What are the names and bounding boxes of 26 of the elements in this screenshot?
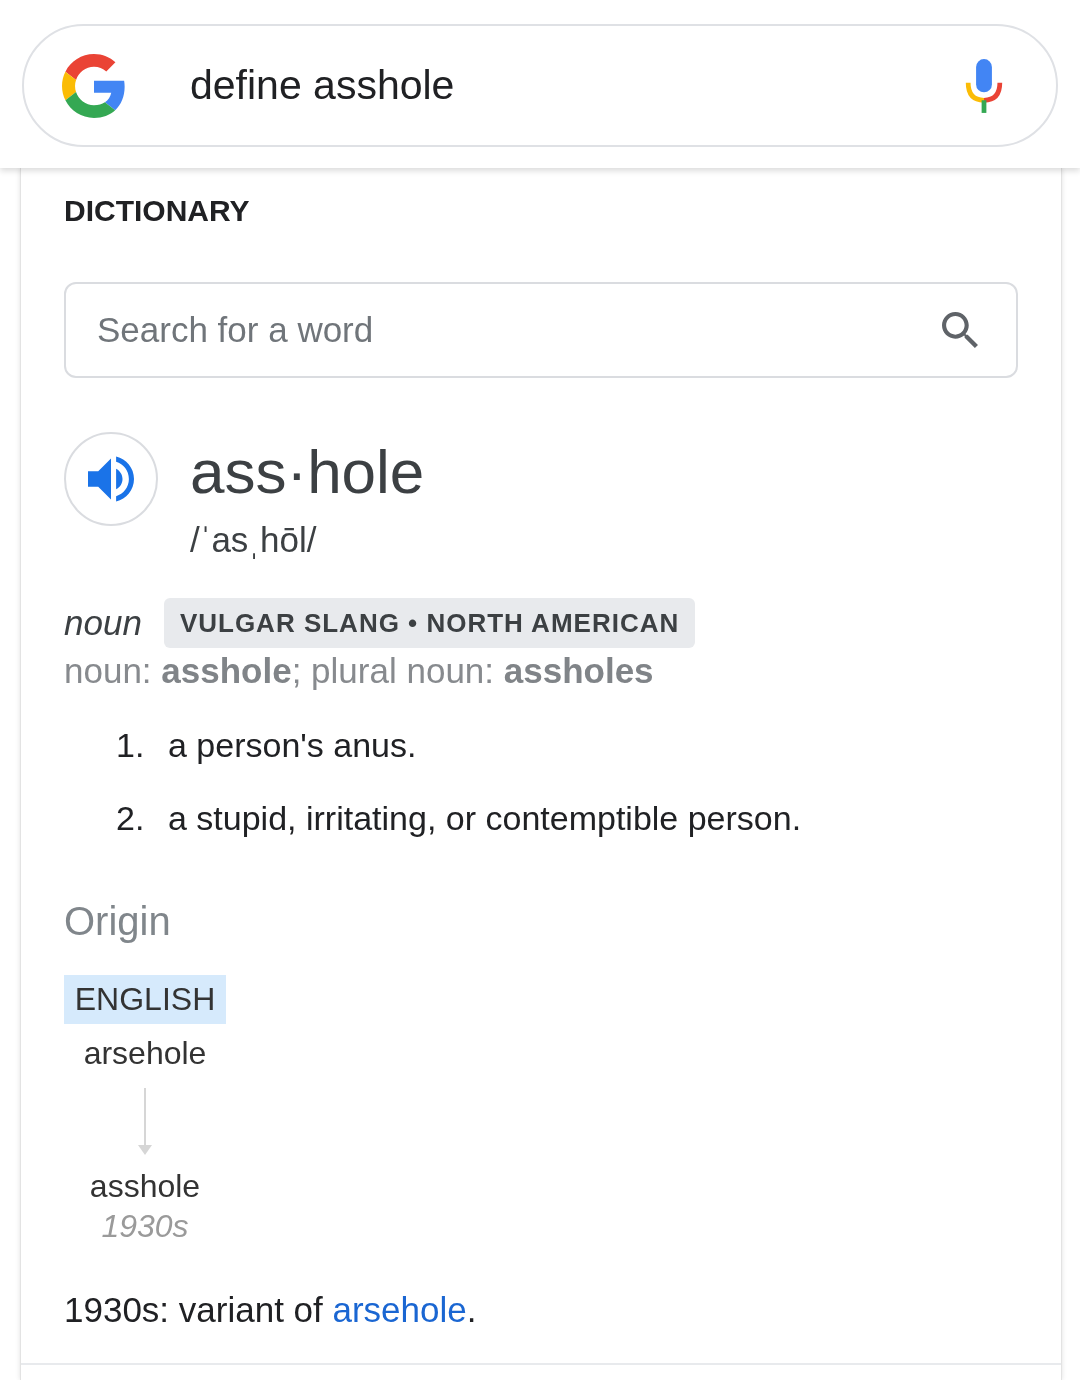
sense-number: 2. bbox=[116, 798, 146, 839]
headword: ass·hole bbox=[190, 436, 425, 508]
part-of-speech: noun bbox=[64, 603, 142, 643]
search-field[interactable]: define asshole bbox=[22, 24, 1058, 147]
etymon-word: arsehole bbox=[83, 1034, 207, 1073]
word-search-input[interactable]: Search for a word bbox=[97, 305, 918, 355]
usage-label: VULGAR SLANG • NORTH AMERICAN bbox=[163, 598, 696, 648]
section-heading: DICTIONARY bbox=[64, 193, 251, 229]
mic-icon[interactable] bbox=[965, 58, 1003, 113]
origin-heading: Origin bbox=[64, 898, 172, 945]
sense-definition: a stupid, irritating, or contemptible person. bbox=[168, 798, 802, 839]
sense-number: 1. bbox=[116, 725, 146, 766]
pronunciation: /ˈasˌhōl/ bbox=[190, 519, 318, 561]
etymon-word: asshole bbox=[89, 1167, 201, 1206]
word-link[interactable]: arsehole bbox=[332, 1290, 467, 1329]
language-tag: ENGLISH bbox=[64, 975, 226, 1024]
derivation-arrow bbox=[138, 1088, 152, 1155]
word-forms: noun: asshole; plural noun: assholes bbox=[64, 650, 655, 692]
sense-definition: a person's anus. bbox=[168, 725, 417, 766]
g-logo-icon bbox=[62, 53, 126, 118]
search-icon[interactable] bbox=[942, 312, 978, 348]
etymology-note: 1930s: variant of arsehole. bbox=[64, 1289, 478, 1331]
search-input[interactable]: define asshole bbox=[190, 55, 941, 116]
speaker-icon bbox=[88, 456, 134, 502]
word-search-field[interactable]: Search for a word bbox=[64, 282, 1018, 378]
etymon-date: 1930s bbox=[101, 1207, 189, 1246]
